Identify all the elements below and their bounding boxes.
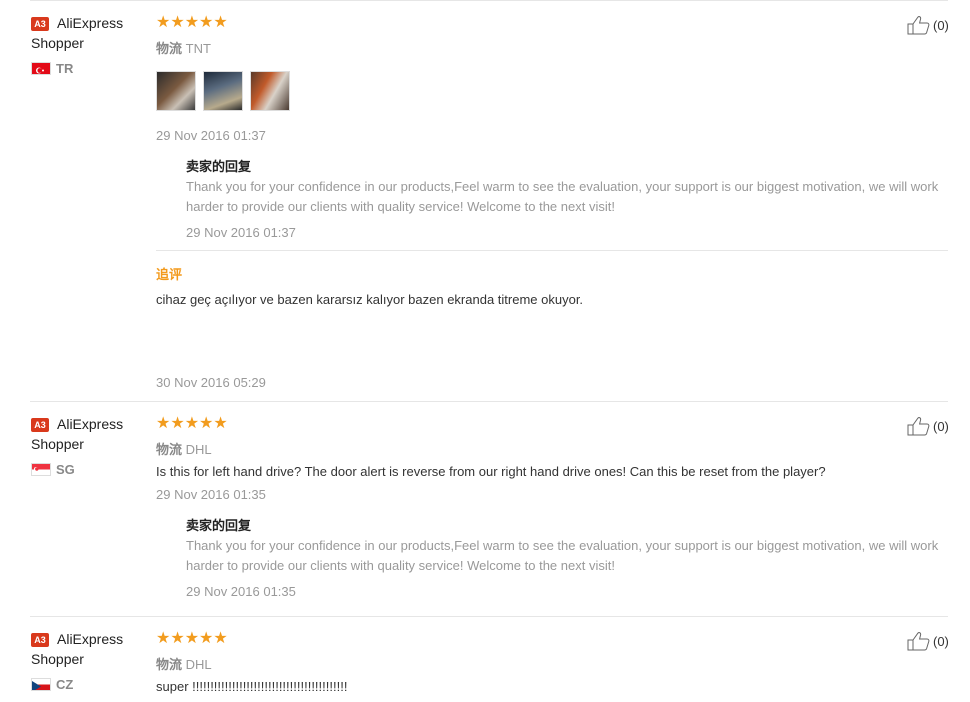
helpful-button[interactable]: (0) bbox=[907, 631, 949, 651]
flag-cz-icon bbox=[31, 678, 51, 691]
flag-tr-icon bbox=[31, 62, 51, 75]
logistics-label: 物流 bbox=[156, 657, 183, 672]
review-photo-thumbnail[interactable] bbox=[250, 71, 290, 111]
helpful-count: (0) bbox=[933, 418, 949, 434]
additional-divider bbox=[156, 250, 948, 251]
seller-reply-date: 29 Nov 2016 01:35 bbox=[186, 584, 296, 599]
helpful-count: (0) bbox=[933, 17, 949, 33]
buyer-name-line2: Shopper bbox=[31, 35, 84, 51]
additional-review-title: 追评 bbox=[156, 267, 183, 282]
seller-reply-title: 卖家的回复 bbox=[186, 518, 252, 533]
logistics-carrier: DHL bbox=[185, 442, 212, 457]
logistics-label: 物流 bbox=[156, 41, 183, 56]
seller-reply-title: 卖家的回复 bbox=[186, 159, 252, 174]
additional-review-text: cihaz geç açılıyor ve bazen kararsız kal… bbox=[156, 292, 584, 307]
thumbs-up-icon bbox=[907, 16, 930, 35]
review-text: super !!!!!!!!!!!!!!!!!!!!!!!!!!!!!!!!!!… bbox=[156, 679, 348, 694]
buyer-name: AliExpress bbox=[57, 15, 124, 31]
review-photo-thumbnail[interactable] bbox=[203, 71, 243, 111]
buyer-name-line2: Shopper bbox=[31, 436, 84, 452]
logistics-info: 物流 DHL bbox=[156, 654, 212, 673]
review-photo-thumbnail[interactable] bbox=[156, 71, 196, 111]
review-2: A3 AliExpress Shopper SG ★★★★★ 物流 DHL Is… bbox=[0, 401, 970, 616]
buyer-level-badge: A3 bbox=[31, 633, 49, 647]
logistics-info: 物流 DHL bbox=[156, 439, 212, 458]
star-rating: ★★★★★ bbox=[156, 14, 228, 31]
helpful-button[interactable]: (0) bbox=[907, 15, 949, 35]
flag-sg-icon bbox=[31, 463, 51, 476]
logistics-carrier: TNT bbox=[185, 41, 211, 56]
buyer-level-badge: A3 bbox=[31, 17, 49, 31]
logistics-label: 物流 bbox=[156, 442, 183, 457]
logistics-carrier: DHL bbox=[185, 657, 212, 672]
buyer-country: TR bbox=[56, 61, 74, 76]
thumbs-up-icon bbox=[907, 417, 930, 436]
buyer-name: AliExpress bbox=[57, 416, 124, 432]
review-date: 29 Nov 2016 01:35 bbox=[156, 487, 266, 502]
buyer-name: AliExpress bbox=[57, 631, 124, 647]
helpful-count: (0) bbox=[933, 633, 949, 649]
buyer-level-badge: A3 bbox=[31, 418, 49, 432]
thumbs-up-icon bbox=[907, 632, 930, 651]
buyer-country: CZ bbox=[56, 677, 74, 692]
logistics-info: 物流 TNT bbox=[156, 38, 211, 57]
star-rating: ★★★★★ bbox=[156, 415, 228, 432]
review-text: Is this for left hand drive? The door al… bbox=[156, 464, 826, 479]
additional-review-date: 30 Nov 2016 05:29 bbox=[156, 375, 266, 390]
seller-reply-text: Thank you for your confidence in our pro… bbox=[186, 538, 939, 573]
seller-reply-date: 29 Nov 2016 01:37 bbox=[186, 225, 296, 240]
buyer-country: SG bbox=[56, 462, 75, 477]
review-1: A3 AliExpress Shopper TR ★★★★★ 物流 TNT 29… bbox=[0, 0, 970, 401]
seller-reply-text: Thank you for your confidence in our pro… bbox=[186, 179, 939, 214]
star-rating: ★★★★★ bbox=[156, 630, 228, 647]
helpful-button[interactable]: (0) bbox=[907, 416, 949, 436]
review-3: A3 AliExpress Shopper CZ ★★★★★ 物流 DHL su… bbox=[0, 616, 970, 702]
buyer-name-line2: Shopper bbox=[31, 651, 84, 667]
review-photos bbox=[156, 71, 290, 111]
review-date: 29 Nov 2016 01:37 bbox=[156, 128, 266, 143]
